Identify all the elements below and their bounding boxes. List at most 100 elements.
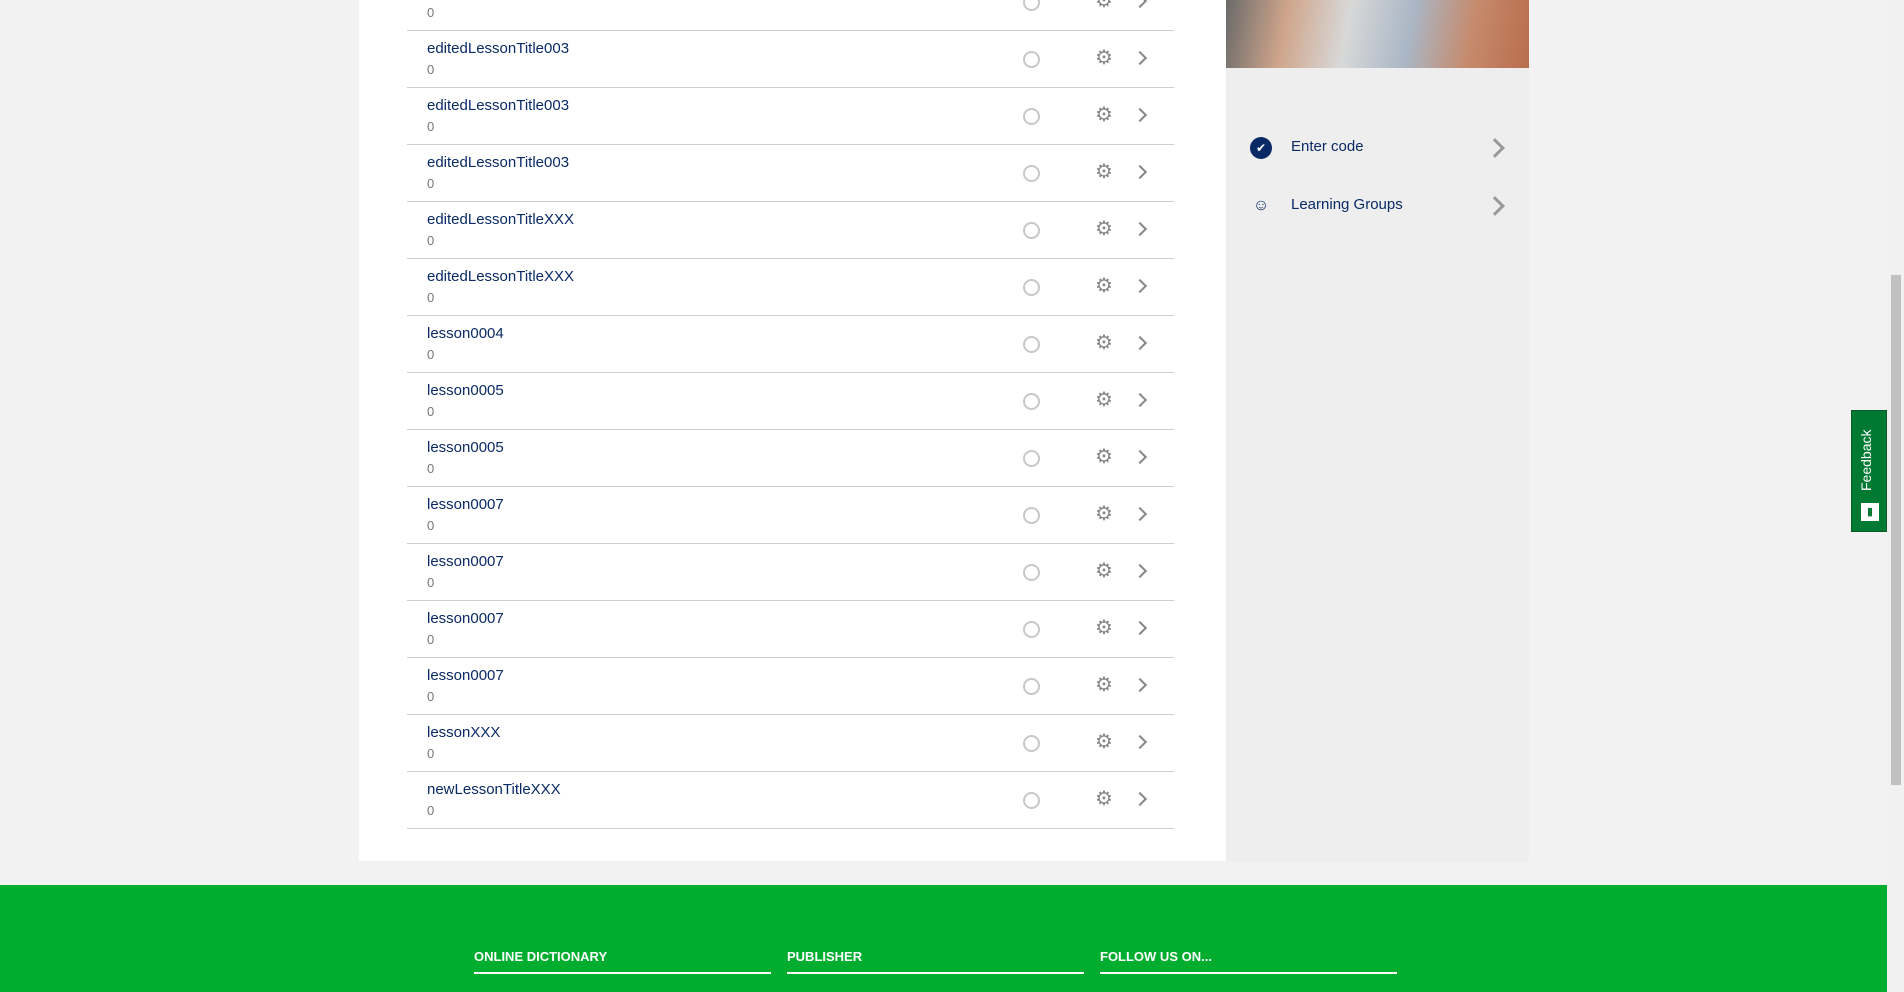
- gear-icon[interactable]: ⚙: [1095, 161, 1113, 183]
- lesson-row[interactable]: 0 ⚙: [407, 0, 1174, 31]
- sidebar-item-learning-groups[interactable]: ☺ Learning Groups: [1250, 191, 1510, 221]
- lesson-title[interactable]: editedLessonTitleXXX: [427, 211, 574, 228]
- footer: ONLINE DICTIONARY PUBLISHER FOLLOW US ON…: [0, 885, 1887, 992]
- gear-icon[interactable]: ⚙: [1095, 731, 1113, 753]
- select-circle-icon[interactable]: [1023, 678, 1040, 695]
- select-circle-icon[interactable]: [1023, 222, 1040, 239]
- chevron-right-icon[interactable]: [1132, 392, 1148, 408]
- gear-icon[interactable]: ⚙: [1095, 503, 1113, 525]
- lesson-row[interactable]: editedLessonTitle003 0 ⚙: [407, 88, 1174, 145]
- gear-icon[interactable]: ⚙: [1095, 674, 1113, 696]
- feedback-label: Feedback: [1858, 429, 1874, 491]
- chevron-right-icon[interactable]: [1132, 0, 1148, 9]
- select-circle-icon[interactable]: [1023, 336, 1040, 353]
- select-circle-icon[interactable]: [1023, 393, 1040, 410]
- lesson-count: 0: [427, 347, 435, 362]
- select-circle-icon[interactable]: [1023, 564, 1040, 581]
- lesson-row[interactable]: newLessonTitleXXX 0 ⚙: [407, 772, 1174, 829]
- lesson-count: 0: [427, 746, 435, 761]
- select-circle-icon[interactable]: [1023, 0, 1040, 11]
- gear-icon[interactable]: ⚙: [1095, 104, 1113, 126]
- chevron-right-icon[interactable]: [1132, 50, 1148, 66]
- lesson-row[interactable]: lesson0007 0 ⚙: [407, 487, 1174, 544]
- lesson-title[interactable]: editedLessonTitle003: [427, 154, 569, 171]
- gear-icon[interactable]: ⚙: [1095, 389, 1113, 411]
- lesson-count: 0: [427, 803, 435, 818]
- gear-icon[interactable]: ⚙: [1095, 218, 1113, 240]
- gear-icon[interactable]: ⚙: [1095, 332, 1113, 354]
- scrollbar-thumb[interactable]: [1891, 275, 1901, 785]
- lesson-title[interactable]: newLessonTitleXXX: [427, 781, 561, 798]
- lesson-row[interactable]: lesson0007 0 ⚙: [407, 658, 1174, 715]
- gear-icon[interactable]: ⚙: [1095, 275, 1113, 297]
- chevron-right-icon: [1485, 138, 1505, 158]
- sidebar-item-enter-code[interactable]: ✔ Enter code: [1250, 133, 1510, 163]
- chevron-right-icon[interactable]: [1132, 164, 1148, 180]
- gear-icon[interactable]: ⚙: [1095, 47, 1113, 69]
- lesson-title[interactable]: lesson0004: [427, 325, 504, 342]
- chevron-right-icon[interactable]: [1132, 107, 1148, 123]
- chevron-right-icon[interactable]: [1132, 563, 1148, 579]
- lesson-count: 0: [427, 5, 435, 20]
- chevron-right-icon[interactable]: [1132, 791, 1148, 807]
- sidebar-item-label: Enter code: [1291, 138, 1364, 155]
- check-badge-icon: ✔: [1250, 137, 1272, 159]
- gear-icon[interactable]: ⚙: [1095, 788, 1113, 810]
- gear-icon[interactable]: ⚙: [1095, 560, 1113, 582]
- banner-image: [1226, 0, 1529, 68]
- lesson-row[interactable]: editedLessonTitle003 0 ⚙: [407, 31, 1174, 88]
- chevron-right-icon[interactable]: [1132, 506, 1148, 522]
- lesson-title[interactable]: editedLessonTitle003: [427, 40, 569, 57]
- lesson-count: 0: [427, 575, 435, 590]
- lesson-title[interactable]: lesson0005: [427, 382, 504, 399]
- select-circle-icon[interactable]: [1023, 165, 1040, 182]
- gear-icon[interactable]: ⚙: [1095, 0, 1113, 12]
- select-circle-icon[interactable]: [1023, 792, 1040, 809]
- select-circle-icon[interactable]: [1023, 621, 1040, 638]
- scrollbar[interactable]: [1887, 0, 1904, 992]
- lesson-title[interactable]: lesson0007: [427, 496, 504, 513]
- chevron-right-icon[interactable]: [1132, 278, 1148, 294]
- lesson-count: 0: [427, 689, 435, 704]
- select-circle-icon[interactable]: [1023, 108, 1040, 125]
- lesson-title[interactable]: lesson0007: [427, 610, 504, 627]
- lesson-row[interactable]: lesson0007 0 ⚙: [407, 601, 1174, 658]
- lesson-count: 0: [427, 461, 435, 476]
- chevron-right-icon[interactable]: [1132, 449, 1148, 465]
- footer-heading-follow: FOLLOW US ON...: [1100, 949, 1397, 974]
- lesson-title[interactable]: lesson0007: [427, 667, 504, 684]
- lesson-row[interactable]: editedLessonTitleXXX 0 ⚙: [407, 259, 1174, 316]
- select-circle-icon[interactable]: [1023, 450, 1040, 467]
- select-circle-icon[interactable]: [1023, 279, 1040, 296]
- select-circle-icon[interactable]: [1023, 51, 1040, 68]
- lesson-list: 0 ⚙ editedLessonTitle003 0 ⚙ editedLesso…: [407, 0, 1174, 829]
- lesson-title[interactable]: lesson0005: [427, 439, 504, 456]
- feedback-icon: ▮: [1861, 503, 1879, 521]
- chevron-right-icon[interactable]: [1132, 677, 1148, 693]
- lesson-count: 0: [427, 176, 435, 191]
- lesson-count: 0: [427, 404, 435, 419]
- select-circle-icon[interactable]: [1023, 507, 1040, 524]
- lesson-title[interactable]: editedLessonTitle003: [427, 97, 569, 114]
- select-circle-icon[interactable]: [1023, 735, 1040, 752]
- groups-icon: ☺: [1252, 197, 1270, 214]
- lesson-title[interactable]: editedLessonTitleXXX: [427, 268, 574, 285]
- lesson-row[interactable]: editedLessonTitle003 0 ⚙: [407, 145, 1174, 202]
- chevron-right-icon[interactable]: [1132, 335, 1148, 351]
- chevron-right-icon[interactable]: [1132, 620, 1148, 636]
- gear-icon[interactable]: ⚙: [1095, 446, 1113, 468]
- lesson-row[interactable]: lesson0004 0 ⚙: [407, 316, 1174, 373]
- lesson-row[interactable]: lesson0007 0 ⚙: [407, 544, 1174, 601]
- lesson-row[interactable]: lessonXXX 0 ⚙: [407, 715, 1174, 772]
- lesson-title[interactable]: lesson0007: [427, 553, 504, 570]
- gear-icon[interactable]: ⚙: [1095, 617, 1113, 639]
- lesson-count: 0: [427, 632, 435, 647]
- chevron-right-icon[interactable]: [1132, 734, 1148, 750]
- feedback-tab[interactable]: Feedback ▮: [1851, 410, 1887, 532]
- lesson-count: 0: [427, 290, 435, 305]
- lesson-row[interactable]: lesson0005 0 ⚙: [407, 430, 1174, 487]
- chevron-right-icon[interactable]: [1132, 221, 1148, 237]
- lesson-row[interactable]: editedLessonTitleXXX 0 ⚙: [407, 202, 1174, 259]
- lesson-row[interactable]: lesson0005 0 ⚙: [407, 373, 1174, 430]
- lesson-title[interactable]: lessonXXX: [427, 724, 500, 741]
